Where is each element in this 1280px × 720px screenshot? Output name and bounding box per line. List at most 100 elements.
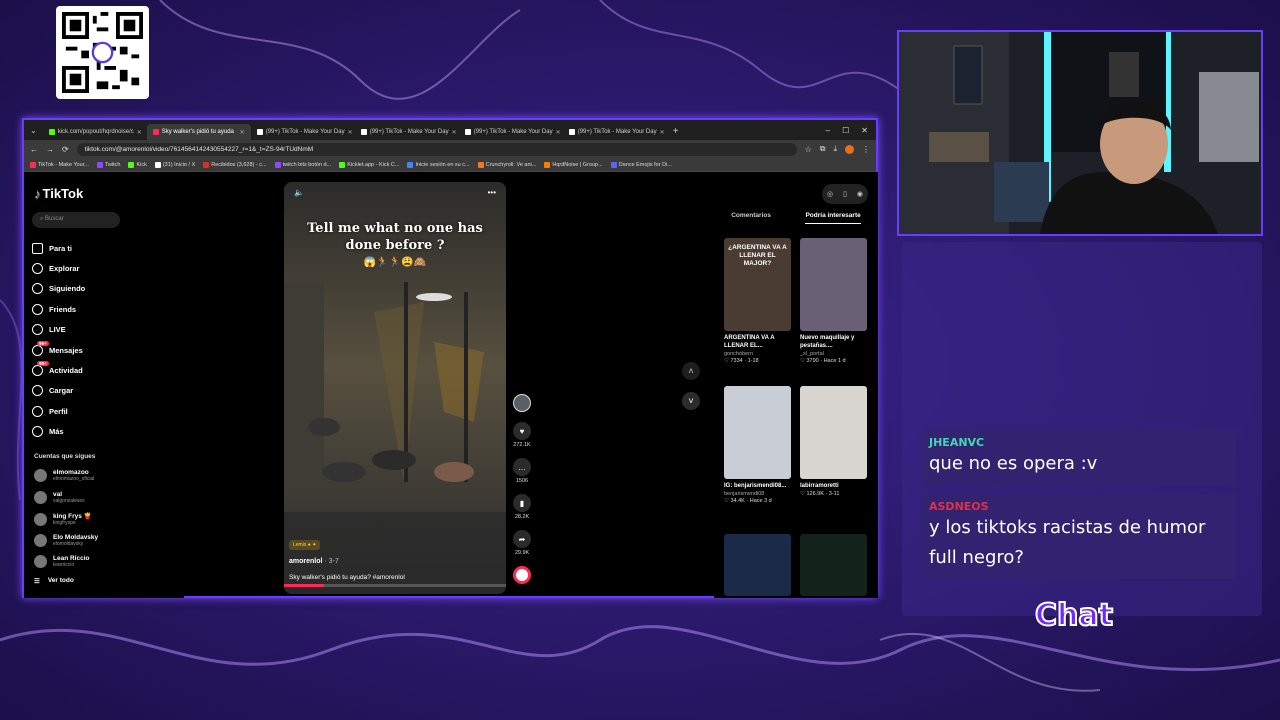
tab-close-icon[interactable]: ✕ — [556, 129, 561, 136]
bookmark-item[interactable]: Dance Emojis for Di... — [610, 161, 672, 168]
suggested-video-card[interactable] — [724, 534, 791, 596]
video-author[interactable]: amorenlol · 3-7 — [289, 558, 339, 565]
heart-icon: ♥ — [513, 422, 531, 440]
video-thumbnail — [800, 386, 867, 479]
new-tab-button[interactable]: + — [667, 126, 685, 140]
followed-account[interactable]: king Frys 🍟 kingfryspe — [34, 512, 92, 526]
followed-account[interactable]: Elo Moldavsky elomoldavsky — [34, 533, 99, 547]
sidebar-item-siguiendo[interactable]: Siguiendo — [32, 279, 172, 299]
bookmark-item[interactable]: twitch bits botón d... — [274, 161, 331, 168]
search-input[interactable]: ⌕ Buscar — [32, 212, 120, 228]
device-icon[interactable]: ▯ — [843, 190, 847, 198]
sidebar-item-más[interactable]: Más — [32, 422, 172, 442]
volume-icon[interactable]: 🔈 — [294, 188, 304, 197]
action-count: 28.2K — [514, 514, 530, 520]
browser-tab[interactable]: Sky walker's pidió tu ayuda ✕ — [146, 124, 251, 140]
bookmark-label: Crunchyroll: Ve ani... — [485, 161, 537, 168]
browser-tab[interactable]: (99+) TikTok - Make Your Day ✕ — [563, 124, 667, 140]
download-icon[interactable]: ⤓ — [833, 144, 837, 154]
suggested-video-card[interactable] — [800, 534, 867, 596]
suggested-video-card[interactable]: labirramoretti ♡ 126.9K · 3-11 — [800, 386, 867, 497]
maximize-icon[interactable]: ☐ — [842, 126, 849, 135]
share-button[interactable]: ➦ 29.9K — [512, 530, 532, 556]
message-icon: 99+ — [32, 340, 49, 356]
forward-icon[interactable]: → — [46, 145, 54, 154]
browser-tab[interactable]: (99+) TikTok - Make Your Day ✕ — [355, 124, 459, 140]
tab-close-icon[interactable]: ✕ — [452, 129, 457, 136]
sidebar-item-actividad[interactable]: 99+ Actividad — [32, 360, 172, 380]
followed-account[interactable]: elmomazoo elmomazoo_oficial — [34, 469, 94, 482]
bookmark-label: Dance Emojis for Di... — [618, 161, 672, 168]
video-thumbnail — [800, 534, 867, 596]
sidebar-item-explorar[interactable]: Explorar — [32, 258, 172, 278]
sidebar-item-perfil[interactable]: Perfil — [32, 401, 172, 421]
minimize-icon[interactable]: – — [826, 126, 830, 135]
tiktok-logo[interactable]: ♪ TikTok — [34, 186, 83, 201]
video-player[interactable]: 🔈 ••• Tell me what no one has done before … — [284, 182, 506, 594]
account-handle: leanriccio — [53, 562, 75, 568]
close-window-icon[interactable]: ✕ — [861, 126, 868, 135]
bookmark-item[interactable]: Inicie sesión en su c... — [407, 161, 470, 168]
followed-account[interactable]: Lean Riccio leanriccio — [34, 555, 89, 568]
video-more-icon[interactable]: ••• — [488, 188, 496, 197]
tab-close-icon[interactable]: ✕ — [660, 129, 665, 136]
browser-tab[interactable]: (99+) TikTok - Make Your Day ✕ — [459, 124, 563, 140]
avatar — [34, 512, 47, 526]
bookmark-item[interactable]: (31) Inicio / X — [154, 161, 195, 168]
sidebar-item-cargar[interactable]: Cargar — [32, 381, 172, 401]
sidebar-item-mensajes[interactable]: 99+ Mensajes — [32, 340, 172, 360]
tab-suggested[interactable]: Podría interesarte — [805, 212, 861, 224]
bookmark-item[interactable]: Kick — [128, 161, 147, 168]
suggested-video-card[interactable]: IG: benjarismendi08... benjarismendi08 ♡ 3… — [724, 386, 791, 504]
profile-avatar-icon[interactable] — [845, 144, 854, 154]
previous-video-button[interactable]: ˄ — [682, 362, 700, 380]
see-all-link[interactable]: ☰ Ver todo — [34, 577, 74, 585]
bookmark-button[interactable]: ▮ 28.2K — [512, 494, 532, 520]
sidebar-item-live[interactable]: LIVE — [32, 320, 172, 340]
bookmark-item[interactable]: Recibidos (3,628) - c... — [203, 161, 267, 168]
tab-close-icon[interactable]: ✕ — [240, 129, 245, 136]
star-icon[interactable]: ☆ — [805, 145, 812, 154]
browser-tab[interactable]: kick.com/popout/hqrdnoise/c ✕ — [43, 124, 147, 140]
bookmark-item[interactable]: TikTok - Make Your... — [30, 161, 89, 168]
account-avatar-icon[interactable]: ◉ — [857, 190, 863, 198]
suggested-panel: ◎ ▯ ◉ Comentarios Podría interesarte ¿ARGE… — [714, 172, 878, 598]
browser-menu-icon[interactable]: ⋮ — [862, 145, 870, 154]
tab-close-icon[interactable]: ✕ — [137, 129, 142, 136]
followed-account[interactable]: val valgonzaleses — [34, 490, 85, 504]
coin-icon[interactable]: ◎ — [827, 190, 833, 198]
avatar — [34, 555, 47, 568]
reload-icon[interactable]: ⟳ — [62, 145, 69, 154]
tab-favicon-icon — [256, 129, 263, 135]
heart-button[interactable]: ♥ 272.1K — [512, 422, 532, 448]
upload-icon — [32, 385, 43, 397]
bookmark-item[interactable]: Crunchyroll: Ve ani... — [477, 161, 537, 168]
suggested-video-card[interactable]: ¿ARGENTINA VA A LLENAR EL MAJOR? ARGENTIN… — [724, 238, 791, 364]
account-handle: elmomazoo_oficial — [53, 476, 95, 482]
back-icon[interactable]: ← — [30, 145, 38, 154]
browser-tab[interactable]: (99+) TikTok - Make Your Day ✕ — [251, 124, 355, 140]
bookmark-label: Twitch — [104, 161, 121, 168]
chat-text: que no es opera :v — [929, 453, 1098, 474]
bookmark-label: TikTok - Make Your... — [38, 161, 89, 168]
url-field[interactable]: tiktok.com/@amorenlol/video/761456414243… — [76, 142, 797, 156]
extensions-icon[interactable]: ⧉ — [820, 144, 826, 154]
bookmark-item[interactable]: HqrdNoise | Group... — [544, 161, 603, 168]
author-avatar[interactable] — [512, 394, 532, 412]
tab-comments[interactable]: Comentarios — [731, 212, 771, 224]
see-all-label: Ver todo — [47, 577, 74, 584]
tab-close-icon[interactable]: ✕ — [348, 129, 353, 136]
tab-list-icon[interactable]: ⌄ — [24, 126, 43, 140]
music-disc[interactable] — [512, 566, 532, 584]
search-placeholder: Buscar — [45, 216, 64, 222]
comment-button[interactable]: … 1506 — [512, 458, 532, 484]
sidebar-item-para-ti[interactable]: Para ti — [32, 238, 172, 258]
bookmark-item[interactable]: Twitch — [96, 161, 121, 168]
next-video-button[interactable]: ˅ — [682, 392, 700, 410]
bookmark-favicon-icon — [30, 161, 36, 168]
sidebar-item-friends[interactable]: Friends — [32, 299, 172, 319]
notification-badge: 99+ — [37, 361, 49, 367]
bookmark-item[interactable]: Kicklet.app - Kick C... — [339, 161, 399, 168]
account-name: Elo Moldavsky — [53, 533, 99, 541]
suggested-video-card[interactable]: Nuevo maquillaje y pestañas.... _sl_porta… — [800, 238, 867, 364]
